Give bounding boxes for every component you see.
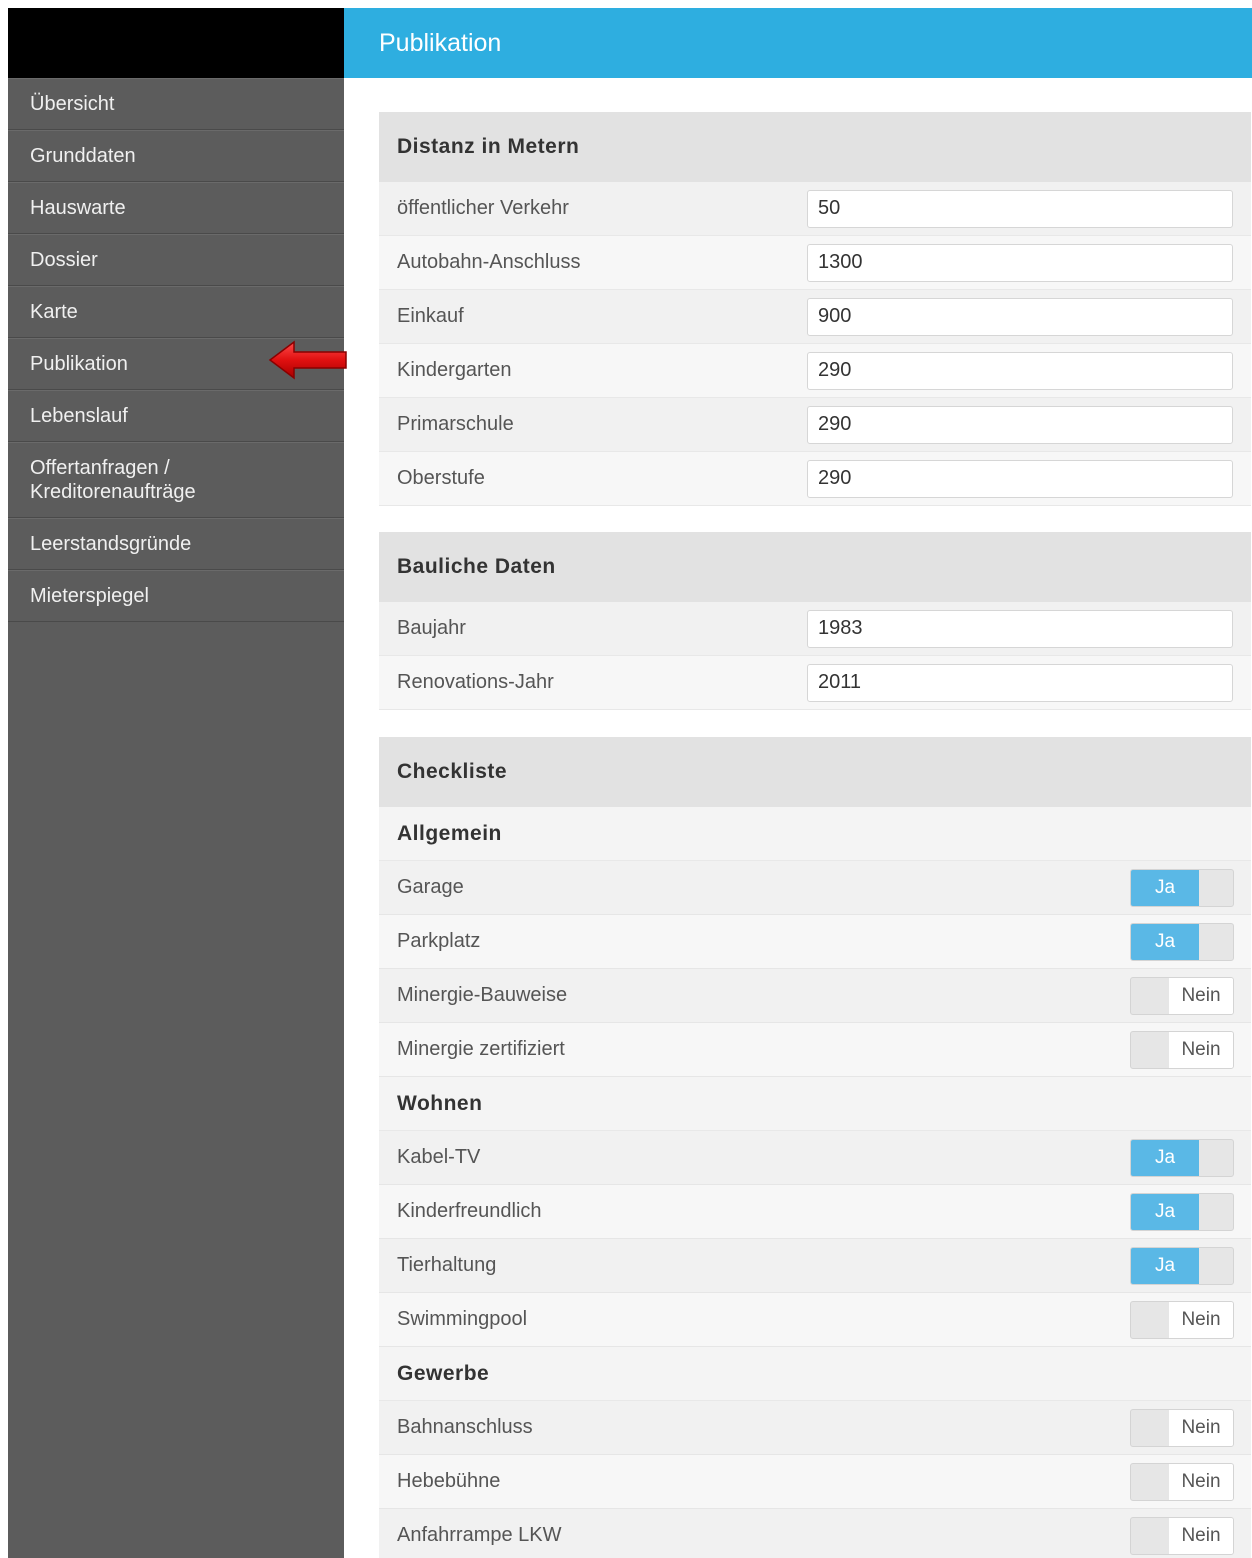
checklist-item-label: Tierhaltung xyxy=(397,1254,497,1276)
checklist-item-label: Swimmingpool xyxy=(397,1308,528,1330)
yes-no-toggle[interactable]: JaNein xyxy=(1130,1193,1234,1231)
bauliche-row-renovation: Renovations-Jahr xyxy=(379,656,1251,710)
page-title: Publikation xyxy=(344,8,1252,78)
yes-no-toggle[interactable]: JaNein xyxy=(1130,1409,1234,1447)
checklist-row: Kinderfreundlich JaNein xyxy=(379,1185,1251,1239)
autobahn-distance-input[interactable] xyxy=(807,243,1233,282)
toggle-yes-label: Ja xyxy=(1131,1248,1199,1284)
sidebar: Übersicht Grunddaten Hauswarte Dossier K… xyxy=(8,8,344,1558)
checklist-item-label: Minergie-Bauweise xyxy=(397,984,568,1006)
yes-no-toggle[interactable]: JaNein xyxy=(1130,1139,1234,1177)
checklist-item-label: Minergie zertifiziert xyxy=(397,1038,565,1060)
checklist-item-label: Garage xyxy=(397,876,464,898)
oberstufe-distance-input[interactable] xyxy=(807,459,1233,498)
yes-no-toggle[interactable]: JaNein xyxy=(1130,1031,1234,1069)
yes-no-toggle[interactable]: JaNein xyxy=(1130,1301,1234,1339)
field-label: Oberstufe xyxy=(397,467,485,489)
checklist-item-label: Anfahrrampe LKW xyxy=(397,1524,562,1546)
sidebar-item-dossier[interactable]: Dossier xyxy=(8,234,344,286)
checklist-row: Kabel-TV JaNein xyxy=(379,1131,1251,1185)
field-label: öffentlicher Verkehr xyxy=(397,197,569,219)
bauliche-panel: Bauliche Daten Baujahr Renovations-Jahr xyxy=(379,532,1251,710)
kindergarten-distance-input[interactable] xyxy=(807,351,1233,390)
distanz-heading: Distanz in Metern xyxy=(379,112,1251,182)
sidebar-item-offertanfragen[interactable]: Offertanfragen / Kreditorenaufträge xyxy=(8,442,344,518)
distanz-row-oberstufe: Oberstufe xyxy=(379,452,1251,506)
main-content: Publikation Distanz in Metern öffentlich… xyxy=(344,8,1252,1558)
sidebar-item-mieterspiegel[interactable]: Mieterspiegel xyxy=(8,570,344,622)
bauliche-row-baujahr: Baujahr xyxy=(379,602,1251,656)
checklist-group-heading: Allgemein xyxy=(379,807,1251,861)
toggle-no-label: Nein xyxy=(1169,1518,1233,1554)
distanz-row-oev: öffentlicher Verkehr xyxy=(379,182,1251,236)
toggle-no-label: Nein xyxy=(1169,978,1233,1014)
checklist-row: Minergie-Bauweise JaNein xyxy=(379,969,1251,1023)
sidebar-item-grunddaten[interactable]: Grunddaten xyxy=(8,130,344,182)
distanz-row-primarschule: Primarschule xyxy=(379,398,1251,452)
checklist-row: Hebebühne JaNein xyxy=(379,1455,1251,1509)
checklist-row: Tierhaltung JaNein xyxy=(379,1239,1251,1293)
sidebar-item-leerstandsgruende[interactable]: Leerstandsgründe xyxy=(8,518,344,570)
checklist-row: Parkplatz JaNein xyxy=(379,915,1251,969)
checklist-row: Bahnanschluss JaNein xyxy=(379,1401,1251,1455)
checklist-row: Minergie zertifiziert JaNein xyxy=(379,1023,1251,1077)
toggle-yes-label: Ja xyxy=(1131,1194,1199,1230)
checklist-item-label: Kinderfreundlich xyxy=(397,1200,542,1222)
checkliste-panel: Checkliste AllgemeinGarageJaNeinParkplat… xyxy=(379,737,1251,1558)
field-label: Einkauf xyxy=(397,305,464,327)
checklist-row: Anfahrrampe LKW JaNein xyxy=(379,1509,1251,1558)
field-label: Primarschule xyxy=(397,413,514,435)
bauliche-heading: Bauliche Daten xyxy=(379,532,1251,602)
checkliste-heading: Checkliste xyxy=(379,737,1251,807)
checklist-group-heading: Wohnen xyxy=(379,1077,1251,1131)
checklist-item-label: Bahnanschluss xyxy=(397,1416,533,1438)
yes-no-toggle[interactable]: JaNein xyxy=(1130,1247,1234,1285)
toggle-yes-label: Ja xyxy=(1131,924,1199,960)
sidebar-item-hauswarte[interactable]: Hauswarte xyxy=(8,182,344,234)
oev-distance-input[interactable] xyxy=(807,189,1233,228)
checklist-row: Swimmingpool JaNein xyxy=(379,1293,1251,1347)
yes-no-toggle[interactable]: JaNein xyxy=(1130,977,1234,1015)
checklist-group-heading: Gewerbe xyxy=(379,1347,1251,1401)
checklist-row: Garage JaNein xyxy=(379,861,1251,915)
checklist-item-label: Kabel-TV xyxy=(397,1146,481,1168)
toggle-no-label: Nein xyxy=(1169,1410,1233,1446)
toggle-no-label: Nein xyxy=(1169,1464,1233,1500)
field-label: Baujahr xyxy=(397,617,466,639)
baujahr-input[interactable] xyxy=(807,609,1233,648)
toggle-yes-label: Ja xyxy=(1131,1140,1199,1176)
renovationsjahr-input[interactable] xyxy=(807,663,1233,702)
yes-no-toggle[interactable]: JaNein xyxy=(1130,923,1234,961)
field-label: Renovations-Jahr xyxy=(397,671,554,693)
distanz-row-autobahn: Autobahn-Anschluss xyxy=(379,236,1251,290)
checklist-item-label: Hebebühne xyxy=(397,1470,501,1492)
primarschule-distance-input[interactable] xyxy=(807,405,1233,444)
distanz-row-kindergarten: Kindergarten xyxy=(379,344,1251,398)
yes-no-toggle[interactable]: JaNein xyxy=(1130,1463,1234,1501)
toggle-no-label: Nein xyxy=(1169,1032,1233,1068)
checklist-item-label: Parkplatz xyxy=(397,930,481,952)
field-label: Kindergarten xyxy=(397,359,512,381)
checklist-body: AllgemeinGarageJaNeinParkplatzJaNeinMine… xyxy=(379,807,1251,1558)
sidebar-item-uebersicht[interactable]: Übersicht xyxy=(8,78,344,130)
distanz-row-einkauf: Einkauf xyxy=(379,290,1251,344)
red-arrow-icon xyxy=(268,340,347,380)
toggle-no-label: Nein xyxy=(1169,1302,1233,1338)
yes-no-toggle[interactable]: JaNein xyxy=(1130,1517,1234,1555)
yes-no-toggle[interactable]: JaNein xyxy=(1130,869,1234,907)
sidebar-item-lebenslauf[interactable]: Lebenslauf xyxy=(8,390,344,442)
sidebar-item-karte[interactable]: Karte xyxy=(8,286,344,338)
einkauf-distance-input[interactable] xyxy=(807,297,1233,336)
sidebar-header xyxy=(8,8,344,78)
field-label: Autobahn-Anschluss xyxy=(397,251,581,273)
distanz-panel: Distanz in Metern öffentlicher Verkehr A… xyxy=(379,112,1251,506)
toggle-yes-label: Ja xyxy=(1131,870,1199,906)
